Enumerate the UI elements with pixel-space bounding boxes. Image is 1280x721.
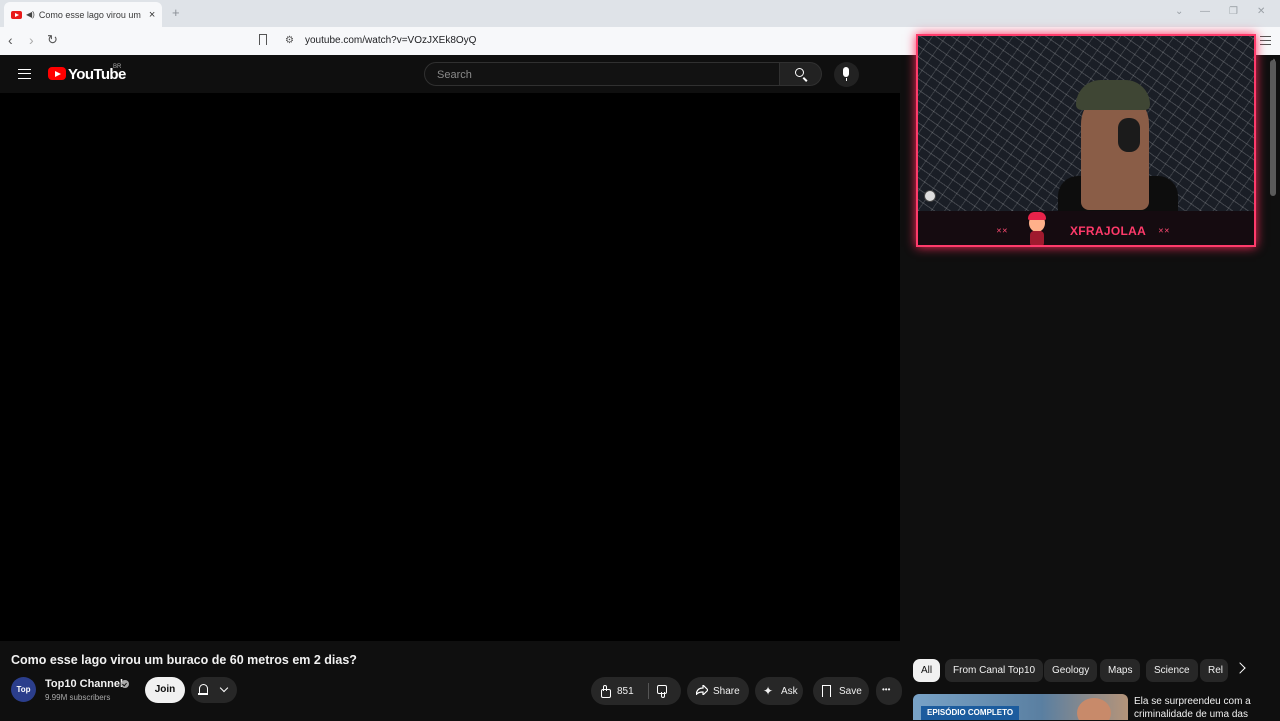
share-label: Share — [713, 686, 740, 697]
youtube-favicon-icon — [11, 10, 22, 19]
like-divider — [648, 683, 649, 699]
channel-avatar[interactable]: Top — [11, 677, 36, 702]
chip-science[interactable]: Science — [1146, 659, 1198, 682]
maximize-icon[interactable]: ❐ — [1229, 6, 1238, 17]
share-button[interactable]: Share — [687, 677, 749, 705]
dislike-icon[interactable] — [657, 685, 667, 694]
like-count[interactable]: 851 — [617, 686, 634, 697]
like-icon[interactable] — [601, 685, 611, 698]
save-icon — [822, 685, 831, 697]
headset-icon — [1118, 118, 1140, 152]
streamer-name: XFRAJOLAA — [1070, 224, 1147, 238]
verified-icon — [121, 680, 129, 688]
streamer-cap — [1076, 80, 1150, 110]
subscriber-count: 9.99M subscribers — [45, 693, 111, 702]
search-button[interactable] — [780, 62, 822, 86]
subscription-bell-button[interactable] — [191, 677, 237, 703]
site-info-icon[interactable]: ⚙ — [285, 35, 294, 46]
overlay-mark-right: ✕✕ — [1158, 228, 1170, 235]
url-field[interactable]: youtube.com/watch?v=VOzJXEk8OyQ — [305, 35, 476, 46]
microphone-icon — [843, 67, 849, 81]
search-box — [424, 62, 780, 86]
browser-menu-icon[interactable] — [1260, 36, 1271, 45]
chip-from-channel[interactable]: From Canal Top10 — [945, 659, 1044, 682]
thumbnail-badge: EPISÓDIO COMPLETO — [921, 706, 1020, 720]
tab-close-icon[interactable]: × — [149, 9, 155, 21]
window-close-icon[interactable]: ✕ — [1257, 6, 1265, 17]
save-button[interactable]: Save — [813, 677, 869, 705]
browser-tab-strip: ◀) Como esse lago virou um bu × + ⌄ — ❐ … — [0, 0, 1280, 27]
video-title: Como esse lago virou um buraco de 60 met… — [11, 653, 357, 667]
chip-related[interactable]: Rel — [1200, 659, 1228, 682]
speaker-icon[interactable]: ◀) — [26, 10, 35, 19]
sparkle-icon: ✦ — [763, 684, 774, 698]
tab-search-icon[interactable]: ⌄ — [1175, 6, 1183, 17]
chip-geology[interactable]: Geology — [1044, 659, 1098, 682]
chip-maps[interactable]: Maps — [1100, 659, 1141, 682]
soccer-ball-icon — [924, 190, 936, 202]
like-dislike-group: 851 — [591, 677, 681, 705]
browser-tab[interactable]: ◀) Como esse lago virou um bu × — [4, 2, 162, 27]
search-icon — [795, 68, 804, 77]
chevron-down-icon — [219, 683, 229, 693]
share-icon — [696, 685, 708, 695]
overlay-mark-left: ✕✕ — [996, 228, 1008, 235]
webcam-overlay: ✕✕ XFRAJOLAA ✕✕ — [916, 34, 1256, 247]
suggested-video-thumbnail[interactable]: EPISÓDIO COMPLETO — [913, 694, 1128, 720]
chip-all[interactable]: All — [913, 659, 941, 682]
voice-search-button[interactable] — [834, 62, 859, 87]
forward-icon[interactable]: › — [29, 33, 34, 47]
ask-button[interactable]: ✦ Ask — [755, 677, 803, 705]
more-actions-button[interactable]: ••• — [876, 677, 902, 705]
back-icon[interactable]: ‹ — [8, 33, 13, 47]
ask-label: Ask — [781, 686, 798, 697]
join-button[interactable]: Join — [145, 677, 185, 703]
streamer-avatar-icon — [1028, 212, 1046, 245]
reload-icon[interactable]: ↻ — [47, 33, 58, 47]
more-icon: ••• — [882, 685, 891, 694]
bookmark-icon[interactable] — [259, 34, 267, 45]
bell-icon — [198, 684, 208, 695]
search-input[interactable] — [435, 68, 759, 82]
scrollbar[interactable] — [1270, 60, 1276, 196]
chevron-right-icon[interactable] — [1234, 662, 1246, 674]
menu-icon[interactable] — [18, 69, 31, 79]
thumbnail-person — [1077, 698, 1111, 720]
suggested-video-title[interactable]: Ela se surpreendeu com a criminalidade d… — [1134, 695, 1254, 721]
youtube-logo-icon[interactable] — [48, 67, 66, 80]
new-tab-button[interactable]: + — [172, 5, 180, 20]
save-label: Save — [839, 686, 862, 697]
tab-title: Como esse lago virou um bu — [38, 9, 143, 20]
minimize-icon[interactable]: — — [1200, 6, 1210, 17]
video-player[interactable] — [0, 93, 900, 641]
channel-name[interactable]: Top10 Channel — [45, 678, 123, 690]
country-code: BR — [113, 64, 122, 70]
